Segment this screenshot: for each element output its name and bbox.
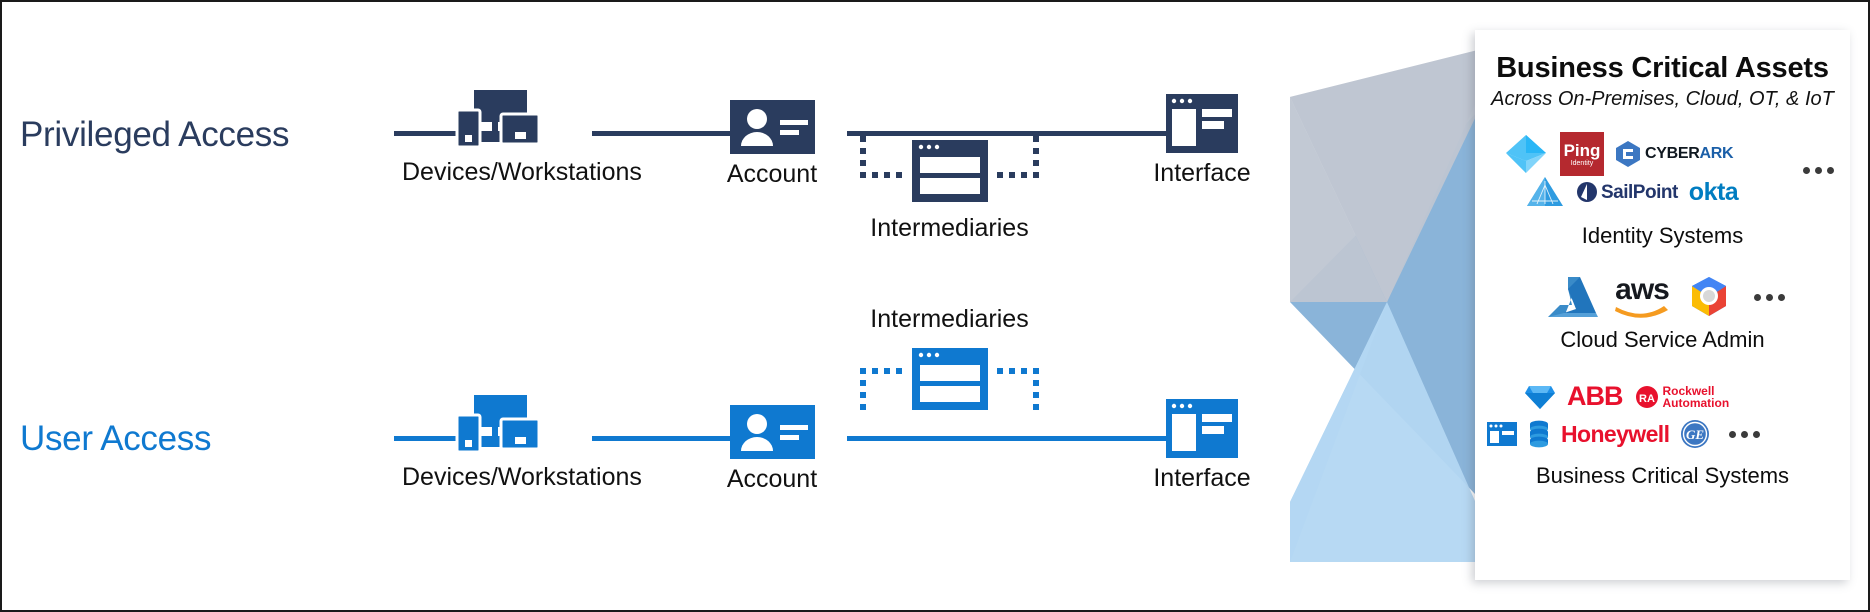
business-critical-assets-panel: Business Critical Assets Across On-Premi…: [1475, 30, 1850, 580]
account-card-icon: [692, 405, 852, 459]
node-caption: Devices/Workstations: [402, 158, 642, 186]
svg-text:GE: GE: [1686, 427, 1704, 442]
database-logo: [1530, 420, 1548, 448]
azure-ad-logo: [1506, 135, 1546, 173]
honeywell-logo: Honeywell: [1561, 420, 1670, 447]
interface-window-icon: [1122, 399, 1282, 458]
cyberark-mark-icon: [1616, 141, 1640, 167]
google-cloud-logo: [1692, 277, 1726, 316]
ping-identity-wordmark: Ping: [1563, 140, 1601, 160]
pyramid-identity-logo: [1527, 177, 1563, 206]
intermediary-window-icon: [912, 348, 988, 415]
panel-subtitle: Across On-Premises, Cloud, OT, & IoT: [1491, 88, 1834, 110]
svg-text:RA: RA: [1639, 393, 1655, 405]
node-caption: Interface: [1153, 464, 1251, 492]
node-caption: Interface: [1153, 159, 1251, 187]
cyberark-logo: CYBERARK: [1615, 140, 1734, 168]
aws-smile-icon: [1615, 305, 1668, 318]
identity-overflow-ellipsis[interactable]: [1803, 167, 1834, 174]
rockwell-wordmark: Rockwell: [1662, 383, 1715, 398]
cyberark-wordmark: CYBERARK: [1645, 145, 1734, 162]
node-caption: Account: [726, 465, 818, 493]
devices-workstations-icon: [402, 395, 592, 457]
node-devices-privileged[interactable]: Devices/Workstations: [402, 90, 642, 187]
node-caption: Intermediaries: [870, 305, 1029, 333]
group-label-identity: Identity Systems: [1581, 223, 1744, 248]
group-business-critical-systems: ABB RA Rockwell Automation Honeywell GE …: [1475, 383, 1850, 489]
ge-logo: GE: [1681, 420, 1710, 448]
node-caption: Intermediaries: [870, 214, 1029, 242]
diagram-canvas: Privileged Access Devices/Workstations A…: [0, 0, 1870, 612]
rockwell-mark-icon: RA: [1635, 385, 1658, 408]
abb-logo: ABB: [1567, 381, 1623, 411]
privileged-access-row: Privileged Access Devices/Workstations A…: [2, 32, 1302, 262]
rockwell-automation-logo: RA Rockwell Automation: [1635, 383, 1730, 410]
node-intermediaries-privileged[interactable]: Intermediaries: [842, 132, 1057, 243]
business-overflow-ellipsis[interactable]: [1729, 430, 1761, 438]
node-interface-privileged[interactable]: Interface: [1122, 94, 1282, 188]
funnel-shapes: [1290, 44, 1502, 562]
user-access-row: User Access Devices/Workstations Account…: [2, 305, 1302, 567]
interface-app-logo: [1487, 422, 1517, 446]
azure-logo: [1548, 277, 1598, 317]
group-label-cloud: Cloud Service Admin: [1560, 327, 1765, 352]
node-devices-user[interactable]: Devices/Workstations: [402, 395, 642, 492]
user-access-label: User Access: [20, 419, 212, 458]
ping-identity-logo: Ping Identity: [1560, 132, 1604, 176]
aws-logo: aws: [1614, 272, 1670, 319]
gem-diamond-logo: [1525, 385, 1555, 409]
group-identity-systems: Ping Identity CYBERARK SailPoint okta Id…: [1475, 131, 1850, 249]
node-interface-user[interactable]: Interface: [1122, 399, 1282, 493]
account-card-icon: [692, 100, 852, 154]
group-cloud-service-admin: aws Cloud Service Admin: [1475, 272, 1850, 353]
sailpoint-logo: SailPoint: [1576, 181, 1678, 203]
ping-identity-subtext: Identity: [1570, 159, 1594, 167]
aws-wordmark: aws: [1615, 272, 1670, 306]
rockwell-subtext: Automation: [1662, 395, 1730, 410]
node-account-user[interactable]: Account: [692, 405, 852, 494]
okta-logo: okta: [1688, 177, 1739, 206]
node-account-privileged[interactable]: Account: [692, 100, 852, 189]
devices-workstations-icon: [402, 90, 592, 152]
sailpoint-wordmark: SailPoint: [1601, 181, 1678, 203]
node-caption: Account: [726, 160, 818, 188]
privileged-access-label: Privileged Access: [20, 115, 290, 154]
intermediary-window-icon: [912, 140, 988, 207]
node-intermediaries-user[interactable]: Intermediaries: [842, 305, 1057, 414]
panel-title: Business Critical Assets: [1496, 52, 1829, 84]
sailpoint-mark-icon: [1577, 182, 1597, 202]
group-label-business: Business Critical Systems: [1535, 463, 1790, 488]
cloud-overflow-ellipsis[interactable]: [1754, 293, 1785, 301]
interface-window-icon: [1122, 94, 1282, 153]
node-caption: Devices/Workstations: [402, 463, 642, 491]
